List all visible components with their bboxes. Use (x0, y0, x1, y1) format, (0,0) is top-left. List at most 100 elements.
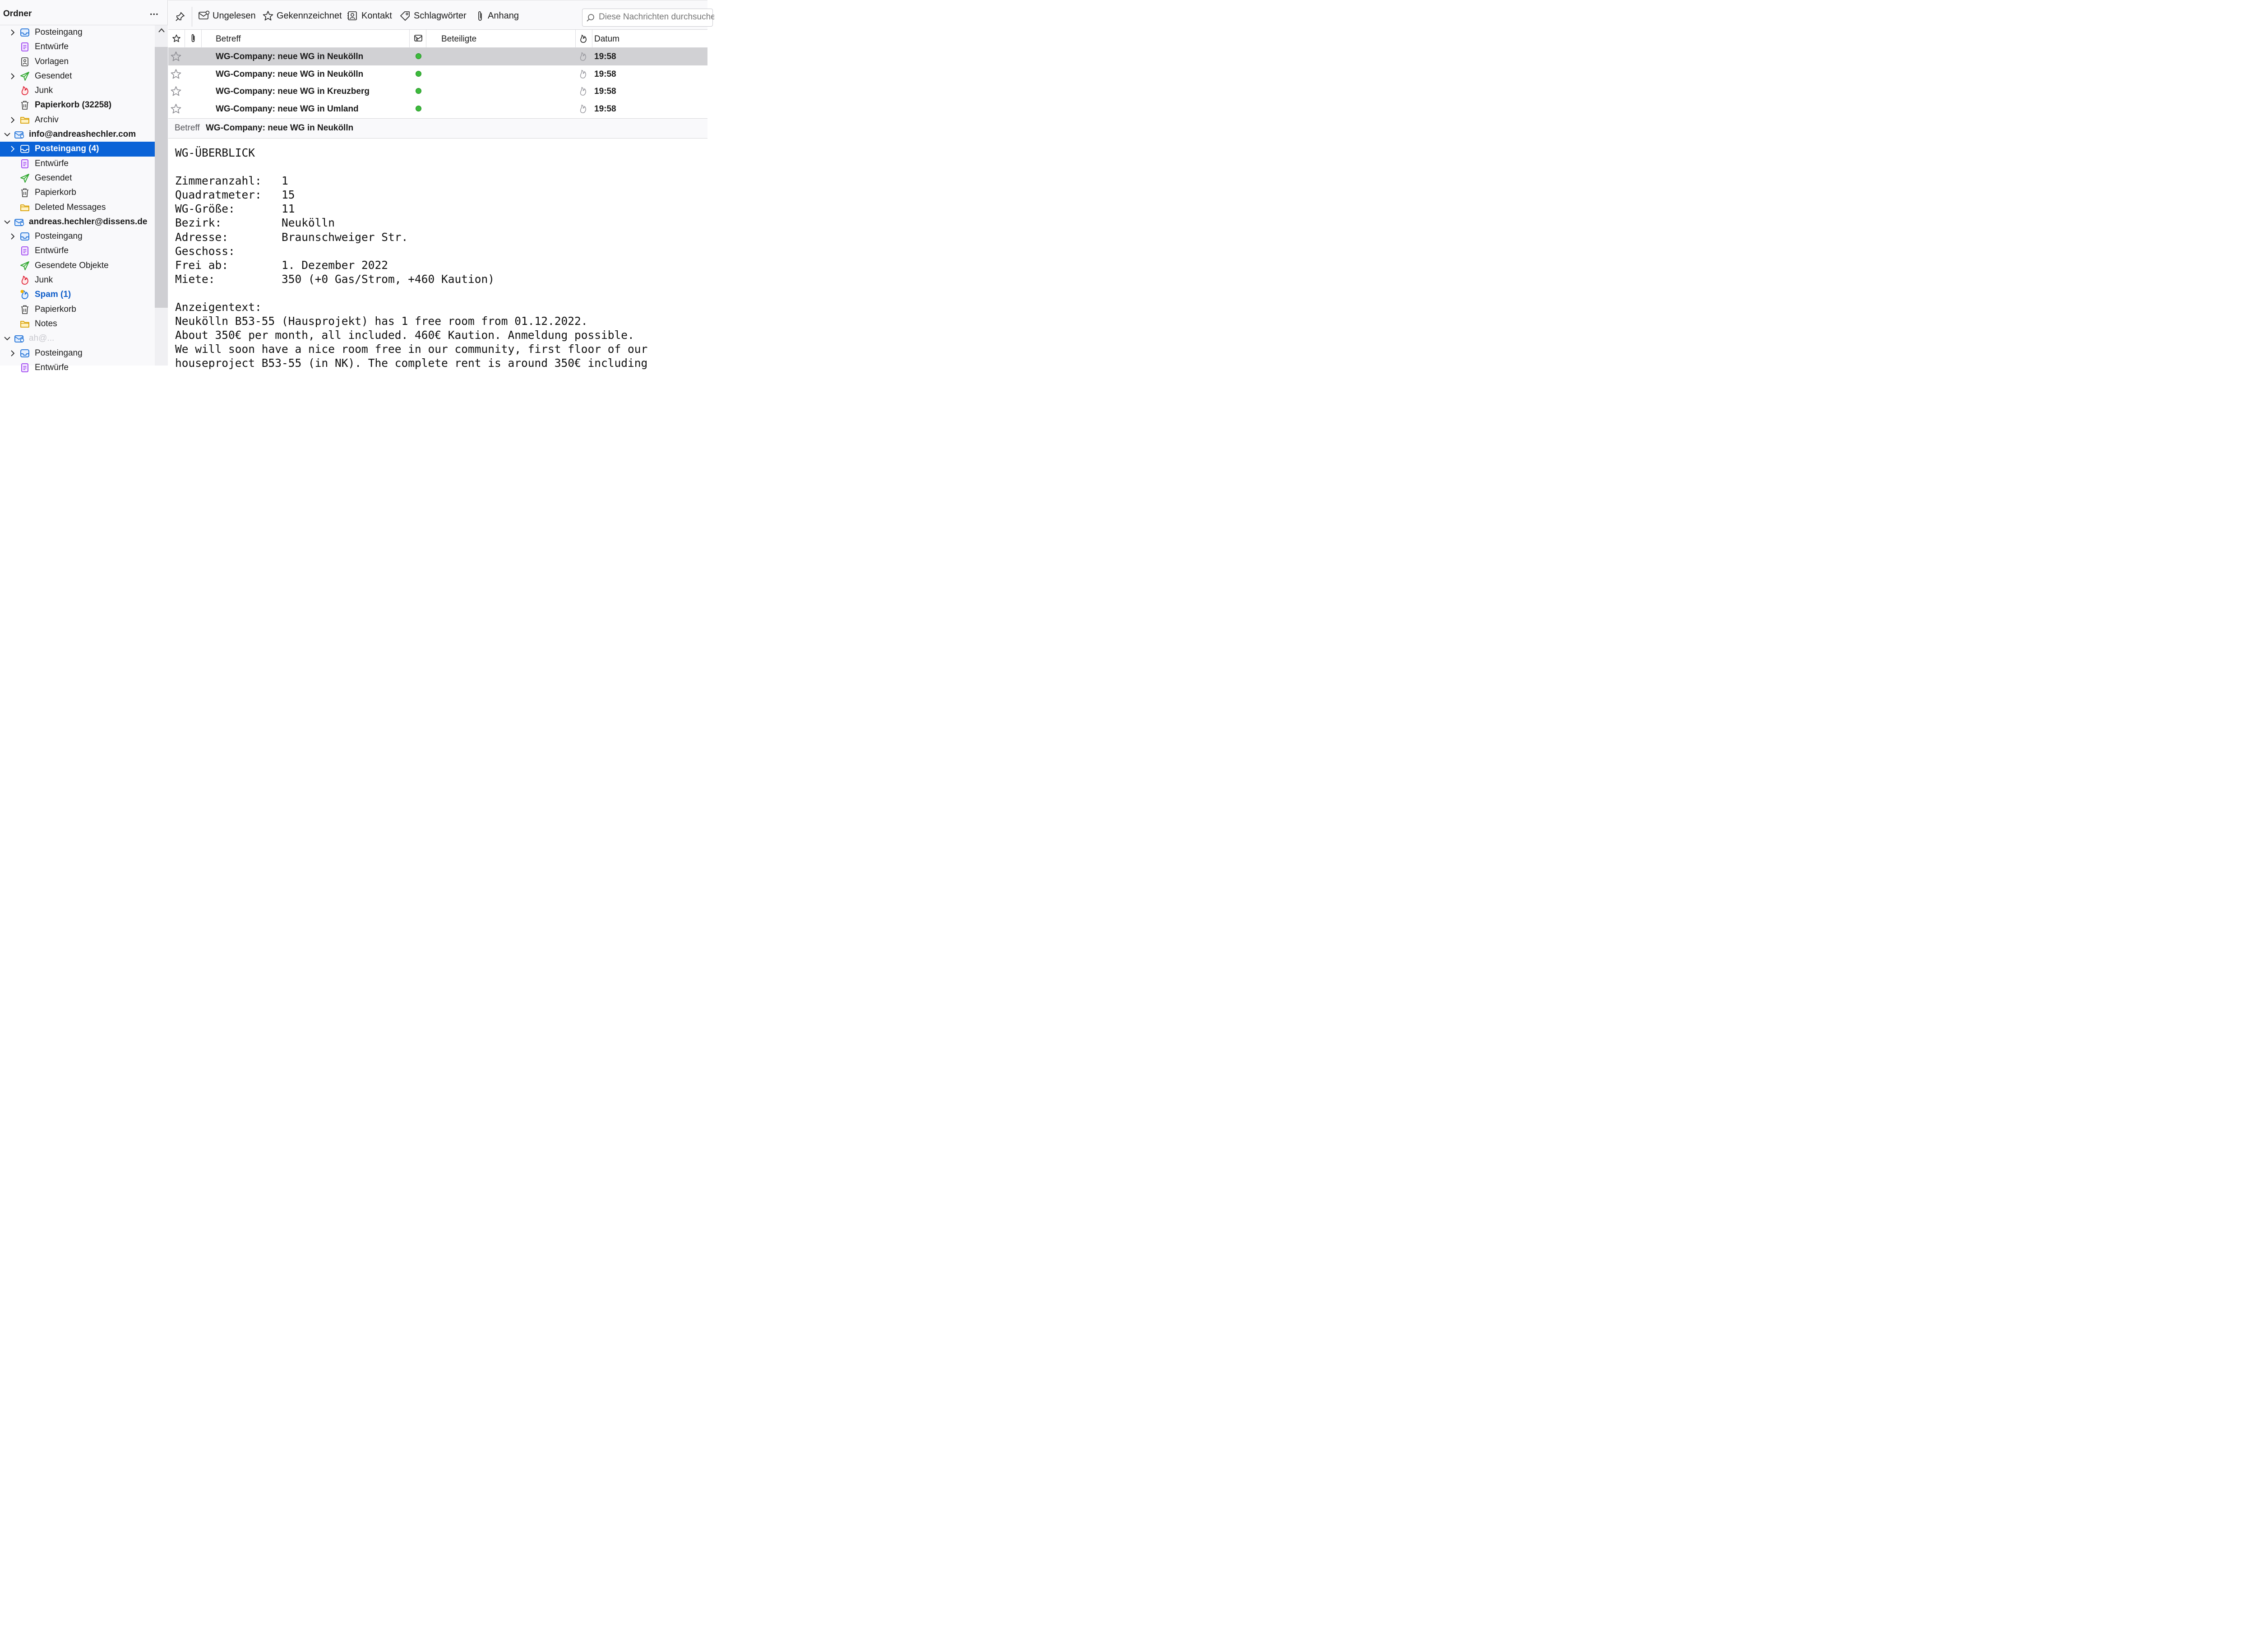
folder-row[interactable]: Posteingang (4) (0, 142, 155, 157)
star-icon[interactable] (170, 69, 182, 82)
chevron-down-icon[interactable] (4, 334, 10, 343)
folder-row[interactable]: Entwürfe (0, 361, 155, 375)
folder-label: Posteingang (35, 231, 83, 241)
folder-label: Gesendete Objekte (35, 260, 109, 270)
folder-label: Entwürfe (35, 158, 69, 168)
sent-icon (20, 71, 30, 81)
star-icon[interactable] (170, 51, 182, 65)
sent-icon (20, 173, 30, 183)
chevron-right-icon[interactable] (9, 28, 16, 37)
message-date: 19:58 (594, 87, 616, 96)
folder-label: Entwürfe (35, 362, 69, 372)
column-date[interactable]: Datum (592, 30, 707, 48)
chevron-right-icon[interactable] (9, 349, 16, 358)
folder-label: Entwürfe (35, 42, 69, 52)
folder-row[interactable]: Deleted Messages (0, 200, 155, 215)
folder-row[interactable]: Papierkorb (32258) (0, 98, 155, 112)
star-icon[interactable] (170, 86, 182, 99)
folder-label: Posteingang (4) (35, 144, 99, 154)
pin-icon[interactable] (175, 11, 185, 22)
folder-row[interactable]: Posteingang (0, 229, 155, 244)
folder-row[interactable]: Gesendet (0, 69, 155, 83)
junk-status-icon[interactable] (579, 104, 587, 116)
folder-label: Spam (1) (35, 290, 71, 300)
column-date-label: Datum (594, 34, 619, 44)
body-line: WG-ÜBERBLICK (175, 146, 255, 159)
subject-label: Betreff (175, 123, 200, 133)
folder-label: Papierkorb (32258) (35, 100, 112, 110)
filter-tags-label: Schlagwörter (414, 11, 467, 21)
message-subject: WG-Company: neue WG in Kreuzberg (216, 87, 370, 96)
folder-row[interactable]: Papierkorb (0, 185, 155, 200)
folder-label: Deleted Messages (35, 202, 106, 212)
scroll-thumb[interactable] (155, 47, 168, 308)
message-subject: WG-Company: neue WG in Umland (216, 104, 359, 114)
folder-label: andreas.hechler@dissens.de (29, 217, 148, 227)
chevron-right-icon[interactable] (9, 72, 16, 81)
unread-status-icon[interactable] (416, 70, 421, 77)
folder-row[interactable]: Papierkorb (0, 302, 155, 317)
chevron-down-icon[interactable] (4, 130, 10, 139)
unread-status-icon[interactable] (416, 105, 421, 111)
folder-row[interactable]: Entwürfe (0, 244, 155, 258)
unread-status-icon[interactable] (416, 53, 421, 59)
column-junk-status[interactable] (576, 30, 592, 48)
folder-row[interactable]: Entwürfe (0, 40, 155, 54)
folder-row[interactable]: Posteingang (0, 346, 155, 361)
folder-row[interactable]: Gesendete Objekte (0, 259, 155, 273)
folder-row[interactable]: Vorlagen (0, 55, 155, 69)
folder-row[interactable]: Posteingang (0, 25, 155, 40)
body-line: Miete: 350 (+0 Gas/Strom, +460 Kaution) (175, 272, 495, 286)
message-row[interactable]: WG-Company: neue WG in Neukölln 19:58 (168, 65, 707, 83)
star-icon[interactable] (170, 103, 182, 117)
scroll-up-arrow-icon[interactable] (157, 27, 166, 33)
message-body: WG-ÜBERBLICK Zimmeranzahl: 1 Quadratmeter:… (175, 146, 707, 370)
folder-row[interactable]: Junk (0, 83, 155, 98)
folder-label: Archiv (35, 115, 59, 125)
chevron-right-icon[interactable] (9, 116, 16, 125)
junk-status-icon[interactable] (579, 86, 587, 99)
message-search-input[interactable] (598, 12, 715, 23)
filter-unread-label: Ungelesen (213, 11, 256, 21)
account-icon (14, 217, 24, 227)
junk-status-icon[interactable] (579, 69, 587, 82)
chevron-down-icon[interactable] (4, 217, 10, 227)
message-row[interactable]: WG-Company: neue WG in Kreuzberg 19:58 (168, 83, 707, 100)
message-row[interactable]: WG-Company: neue WG in Neukölln 19:58 (168, 48, 707, 65)
message-row[interactable]: WG-Company: neue WG in Umland 19:58 (168, 100, 707, 118)
body-line: Neukölln B53-55 (Hausprojekt) has 1 free… (175, 315, 588, 328)
junk-status-icon[interactable] (579, 51, 587, 64)
spam-icon (20, 290, 30, 300)
column-participants-label: Beteiligte (441, 34, 477, 44)
column-participants[interactable]: Beteiligte (426, 30, 575, 48)
folder-tree: Posteingang Entwürfe Vorlagen Gesendet Junk P… (0, 25, 155, 375)
account-row[interactable]: ah@... (0, 331, 155, 346)
account-row[interactable]: andreas.hechler@dissens.de (0, 215, 155, 229)
chevron-right-icon[interactable] (9, 144, 16, 153)
column-spam[interactable] (410, 30, 426, 48)
body-line (175, 286, 707, 300)
folder-scrollbar[interactable] (155, 25, 168, 366)
message-search-box[interactable] (582, 9, 715, 27)
column-attachment[interactable] (185, 30, 201, 48)
folder-row[interactable]: Gesendet (0, 171, 155, 185)
folder-row[interactable]: Notes (0, 317, 155, 331)
folder-row[interactable]: Entwürfe (0, 157, 155, 171)
folder-icon (20, 203, 30, 213)
contact-icon (347, 11, 357, 20)
folder-row[interactable]: Junk (0, 273, 155, 287)
folder-label: Gesendet (35, 173, 72, 183)
column-starred[interactable] (168, 30, 185, 48)
drafts-icon (20, 159, 30, 169)
folder-row[interactable]: Archiv (0, 113, 155, 127)
folder-pane-menu-button[interactable]: ... (150, 7, 159, 18)
account-row[interactable]: info@andreashechler.com (0, 127, 155, 142)
body-line: Frei ab: 1. Dezember 2022 (175, 258, 388, 272)
unread-status-icon[interactable] (416, 88, 421, 94)
message-subject: WG-Company: neue WG in Neukölln (216, 69, 364, 79)
folder-row[interactable]: Spam (1) (0, 287, 155, 302)
body-line: Bezirk: Neukölln (175, 216, 335, 230)
body-line: houseproject B53-55 (in NK). The complet… (175, 356, 648, 370)
chevron-right-icon[interactable] (9, 232, 16, 241)
column-subject[interactable]: Betreff (202, 30, 409, 48)
